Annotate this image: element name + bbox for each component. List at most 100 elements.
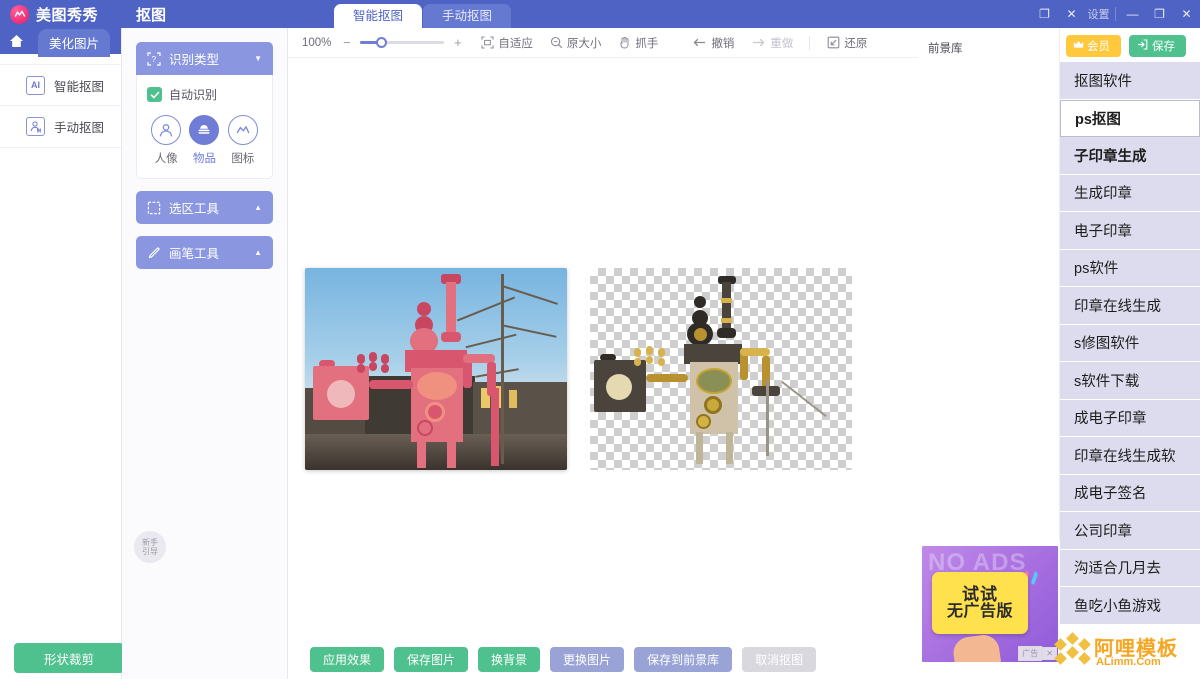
meitu-koutu-window: 美图秀秀 抠图 智能抠图 手动抠图 ❐ ✕ 设置 — ❐ ✕ 美化图片 AI 智… [0,0,1200,679]
canvas-toolbar: 100% − + 自适应 原大小 抓手 撤销 重做 还原 [288,28,918,58]
sidebar-item-smart-cutout[interactable]: AI 智能抠图 [0,64,121,106]
auto-recognize-row[interactable]: 自动识别 [147,86,262,103]
brush-tool-panel[interactable]: 画笔工具 ▲ [136,236,273,269]
auto-recognize-checkbox[interactable] [147,87,162,102]
restore-icon [828,36,840,49]
sidebar-header: 美化图片 [0,28,121,57]
overlay-window-controls: ❐ ✕ 设置 [1031,0,1112,28]
toolbar-divider [809,35,811,50]
image-stage [288,58,918,648]
recognize-type-header[interactable]: ? 识别类型 ▼ [136,42,273,75]
settings-label[interactable]: 设置 [1085,0,1112,28]
home-icon[interactable] [0,34,32,48]
type-option-portrait[interactable]: 人像 [147,115,185,166]
suggestion-item[interactable]: 生成印章 [1060,174,1200,212]
suggestion-item[interactable]: 电子印章 [1060,212,1200,250]
crown-icon [1073,40,1084,52]
shape-crop-button[interactable]: 形状裁剪 [14,643,124,673]
undo-button[interactable]: 撤销 [692,35,734,51]
save-export-icon [1137,39,1148,53]
save-image-button[interactable]: 保存图片 [394,646,469,672]
brush-tool-icon [147,246,161,260]
type-option-label: 物品 [192,153,216,165]
main-window-controls: — ❐ ✕ [1119,0,1200,28]
sidebar-tab-beautify[interactable]: 美化图片 [38,29,111,57]
overlay-restore-icon[interactable]: ❐ [1031,0,1058,28]
save-top-button[interactable]: 保存 [1129,35,1186,57]
chevron-up-icon: ▲ [254,203,262,212]
zoom-out-button[interactable]: − [340,35,353,50]
overlay-close-icon[interactable]: ✕ [1058,0,1085,28]
suggestion-item[interactable]: 印章在线生成 [1060,287,1200,325]
actual-size-icon [550,36,563,49]
suggestion-item[interactable]: s软件下载 [1060,362,1200,400]
apply-effect-button[interactable]: 应用效果 [310,646,385,672]
bottom-action-bar: 应用效果 保存图片 换背景 更换图片 保存到前景库 取消抠图 [288,639,918,679]
suggestion-item[interactable]: 沟适合几月去 [1060,549,1200,587]
suggestion-item[interactable]: 抠图软件 [1060,62,1200,100]
ad-info-label[interactable]: 广告 [1018,646,1043,661]
zoom-slider-handle[interactable] [376,37,388,48]
save-to-foreground-library-button[interactable]: 保存到前景库 [634,646,733,672]
redo-label: 重做 [770,37,794,50]
restore-label: 还原 [844,37,868,50]
brand-name: 美图秀秀 [36,6,99,24]
search-suggestion-list: 抠图软件 ps抠图 子印章生成 生成印章 电子印章 ps软件 印章在线生成 s修… [1060,62,1200,625]
hand-tool-button[interactable]: 抓手 [618,35,658,51]
tab-smart-cutout[interactable]: 智能抠图 [334,4,423,28]
close-icon[interactable]: ✕ [1173,0,1200,28]
vip-button[interactable]: 会员 [1066,35,1121,57]
type-option-label: 图标 [231,153,255,165]
redo-button: 重做 [751,35,793,51]
zoom-slider[interactable] [360,37,445,48]
ai-badge-icon: AI [26,75,45,95]
title-bar: 美图秀秀 抠图 智能抠图 手动抠图 ❐ ✕ 设置 — ❐ ✕ [0,0,1200,28]
ad-banner[interactable]: NO ADS 试试 无广告版 广告 ✕ [922,546,1058,662]
tab-manual-cutout[interactable]: 手动抠图 [423,4,512,28]
hand-illustration-icon [951,632,1003,662]
selection-tool-panel[interactable]: 选区工具 ▲ [136,191,273,224]
svg-text:?: ? [152,55,157,64]
cancel-cutout-button: 取消抠图 [742,646,817,672]
replace-image-button[interactable]: 更换图片 [550,646,625,672]
original-photo-render [305,268,567,470]
beginner-guide-badge[interactable]: 新手 引导 [134,531,166,563]
fit-screen-icon [481,36,494,49]
foreground-library-panel: 前景库 [918,28,1060,540]
zoom-in-button[interactable]: + [451,35,464,50]
fit-screen-button[interactable]: 自适应 [481,35,533,51]
suggestion-item[interactable]: 成电子签名 [1060,474,1200,512]
ad-close-icon[interactable]: ✕ [1042,647,1057,660]
recognize-type-title: 识别类型 [169,53,220,67]
cutout-result-image[interactable] [590,268,852,470]
top-action-buttons: 会员 保存 [1060,34,1200,58]
actual-size-button[interactable]: 原大小 [550,35,602,51]
original-image[interactable] [305,268,567,470]
suggestion-item[interactable]: 印章在线生成软 [1060,437,1200,475]
suggestion-item[interactable]: 成电子印章 [1060,399,1200,437]
hand-tool-icon [620,36,629,49]
restore-button[interactable]: 还原 [827,35,867,51]
sidebar-item-manual-cutout[interactable]: M 手动抠图 [0,106,121,148]
sidebar-item-label: 智能抠图 [54,79,105,94]
change-background-button[interactable]: 换背景 [478,646,541,672]
maximize-icon[interactable]: ❐ [1146,0,1173,28]
suggestion-item[interactable]: ps软件 [1060,249,1200,287]
suggestion-item[interactable]: 子印章生成 [1060,137,1200,175]
minimize-icon[interactable]: — [1119,0,1146,28]
recognize-type-icon: ? [147,51,161,66]
selection-tool-icon [147,201,161,215]
suggestion-item[interactable]: 公司印章 [1060,512,1200,550]
type-option-object[interactable]: 物品 [185,115,223,166]
recognize-type-body: 自动识别 人像 物品 图标 [136,75,273,179]
suggestion-item[interactable]: s修图软件 [1060,324,1200,362]
actual-size-label: 原大小 [566,37,602,50]
ad-controls: 广告 ✕ [1018,646,1057,661]
zoom-level-value: 100% [302,36,332,49]
guide-line2: 引导 [142,547,158,556]
search-input[interactable]: ps抠图 [1060,99,1200,137]
type-option-logo[interactable]: 图标 [224,115,262,166]
guide-line1: 新手 [142,537,158,547]
suggestion-item[interactable]: 鱼吃小鱼游戏 [1060,587,1200,625]
selection-tool-title: 选区工具 [169,202,220,216]
